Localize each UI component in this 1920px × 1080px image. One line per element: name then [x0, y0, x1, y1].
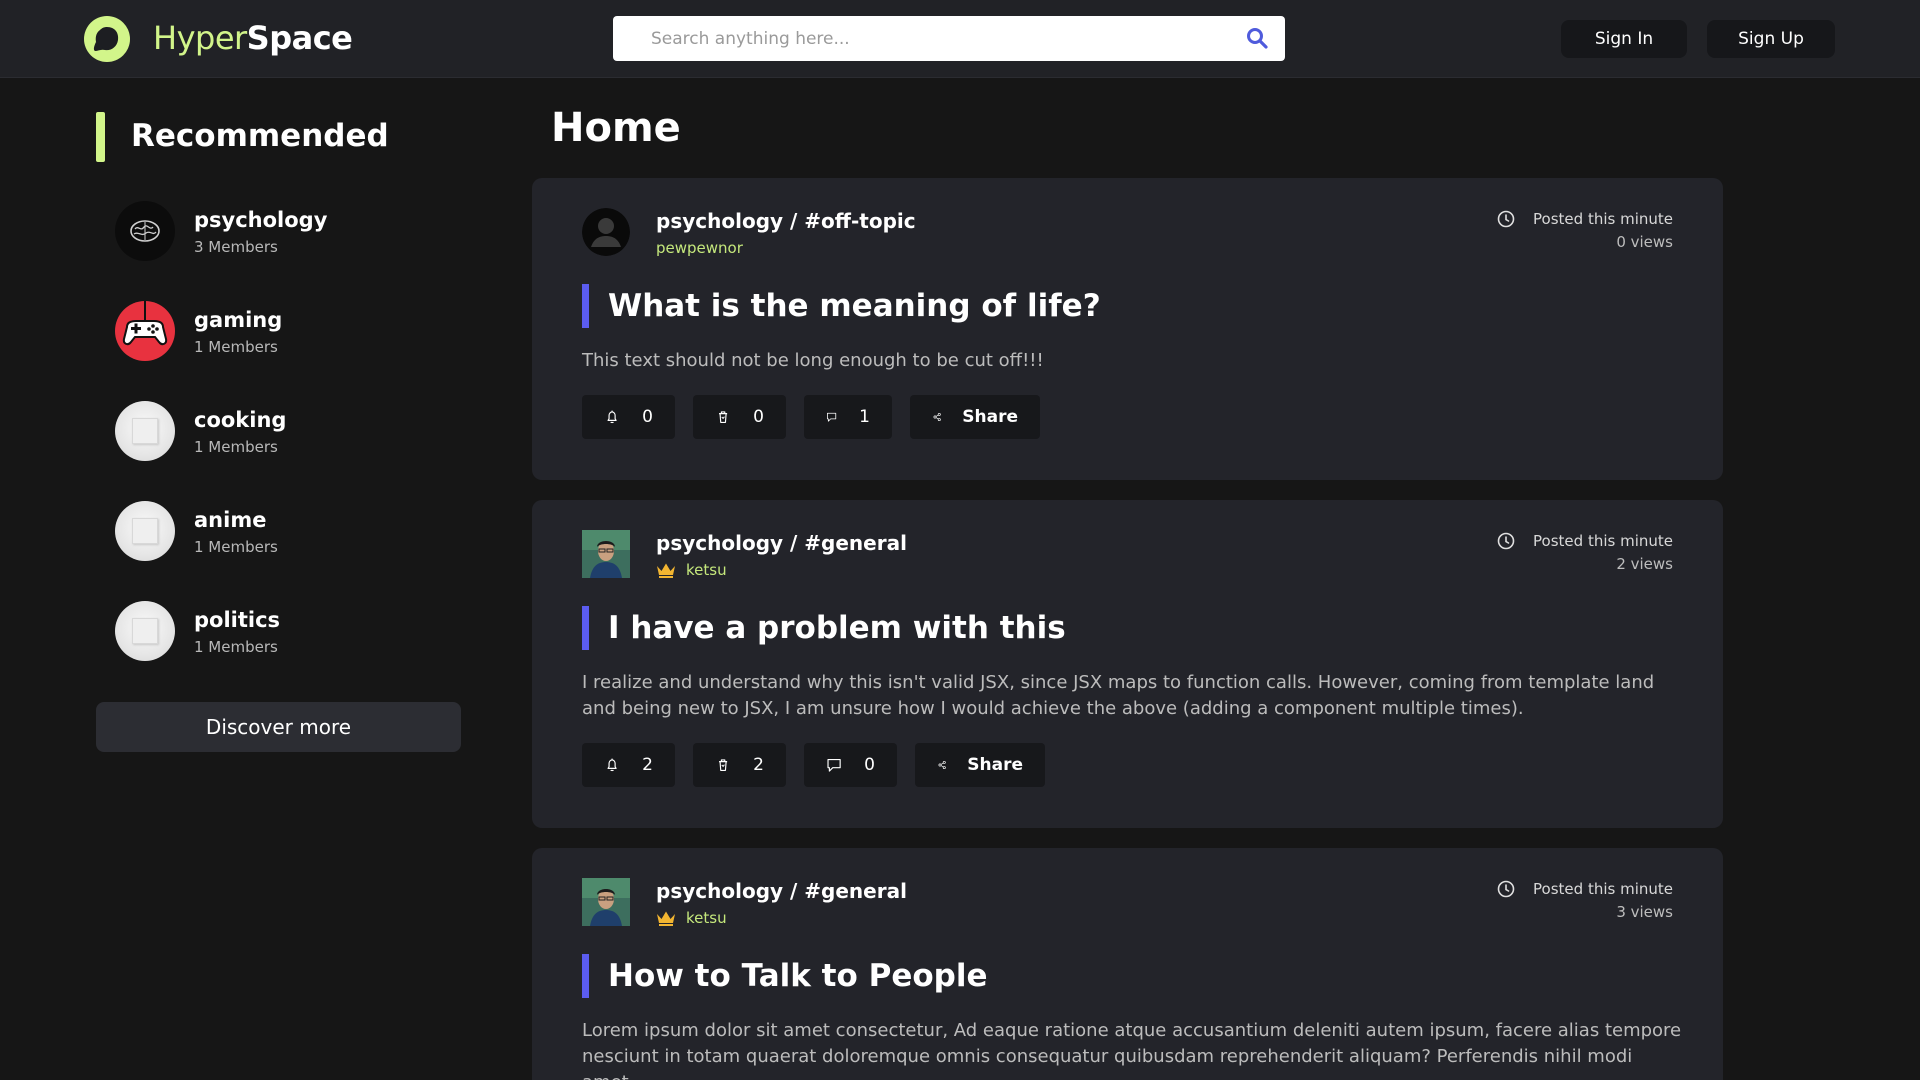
post-views: 0 views [1616, 233, 1673, 251]
like-button[interactable]: 0 [582, 395, 675, 439]
post-location[interactable]: psychology / #general [656, 530, 907, 556]
community-name: psychology [194, 208, 328, 232]
hyperspace-logo-icon[interactable] [84, 16, 130, 62]
post-author[interactable]: ketsu [656, 560, 727, 580]
post-timestamp: Posted this minute [1533, 532, 1673, 550]
post-actions: 0 0 1 Share [582, 395, 1040, 439]
like-count: 0 [642, 407, 653, 427]
post-card[interactable]: psychology / #off-topic pewpewnor Posted… [532, 178, 1723, 480]
trash-icon [719, 411, 728, 423]
comment-button[interactable]: 1 [804, 395, 892, 439]
brand-name-part-2: Space [246, 19, 353, 57]
comment-button[interactable]: 0 [804, 743, 897, 787]
user-avatar-icon[interactable] [582, 208, 630, 256]
post-card[interactable]: psychology / #general ketsu Posted this … [532, 500, 1723, 828]
post-location[interactable]: psychology / #general [656, 878, 907, 904]
post-location[interactable]: psychology / #off-topic [656, 208, 916, 234]
default-avatar-icon [115, 501, 175, 561]
post-title[interactable]: How to Talk to People [608, 956, 987, 996]
trash-icon [719, 759, 728, 771]
sign-in-button[interactable]: Sign In [1561, 20, 1687, 58]
post-body: Lorem ipsum dolor sit amet consectetur, … [582, 1020, 1682, 1080]
author-name: ketsu [686, 561, 727, 579]
cube-icon [132, 418, 158, 444]
cube-icon [132, 518, 158, 544]
dislike-count: 0 [753, 407, 764, 427]
dislike-button[interactable]: 0 [693, 395, 786, 439]
title-accent-bar [582, 284, 589, 328]
top-bar: HyperSpace Sign In Sign Up [0, 0, 1920, 78]
comment-count: 0 [864, 755, 875, 775]
comment-count: 1 [859, 407, 870, 427]
share-icon [938, 760, 946, 770]
post-timestamp: Posted this minute [1533, 880, 1673, 898]
community-name: gaming [194, 308, 283, 332]
bell-icon [607, 758, 617, 772]
comment-icon [827, 412, 837, 422]
brain-avatar-icon [115, 201, 175, 261]
post-body: I realize and understand why this isn't … [582, 672, 1655, 719]
cube-icon [132, 618, 158, 644]
clock-icon [1497, 210, 1515, 228]
community-members: 1 Members [194, 538, 278, 556]
clock-icon [1497, 880, 1515, 898]
community-members: 1 Members [194, 638, 278, 656]
community-item-politics[interactable]: politics 1 Members [115, 601, 435, 663]
crown-icon [657, 911, 675, 926]
share-label: Share [967, 755, 1023, 775]
post-views: 3 views [1616, 903, 1673, 921]
search-bar [613, 16, 1285, 61]
share-button[interactable]: Share [915, 743, 1045, 787]
like-count: 2 [642, 755, 653, 775]
default-avatar-icon [115, 401, 175, 461]
clock-icon [1497, 532, 1515, 550]
bell-icon [607, 410, 617, 424]
dislike-button[interactable]: 2 [693, 743, 786, 787]
page-title: Home [551, 105, 681, 151]
search-input[interactable] [613, 16, 1233, 61]
community-members: 1 Members [194, 438, 278, 456]
share-label: Share [962, 407, 1018, 427]
post-views: 2 views [1616, 555, 1673, 573]
post-author[interactable]: ketsu [656, 908, 727, 928]
community-item-psychology[interactable]: psychology 3 Members [115, 201, 435, 263]
community-item-anime[interactable]: anime 1 Members [115, 501, 435, 563]
author-name: ketsu [686, 909, 727, 927]
post-card[interactable]: psychology / #general ketsu Posted this … [532, 848, 1723, 1080]
community-item-cooking[interactable]: cooking 1 Members [115, 401, 435, 463]
author-name: pewpewnor [656, 239, 743, 257]
community-item-gaming[interactable]: gaming 1 Members [115, 301, 435, 363]
post-timestamp: Posted this minute [1533, 210, 1673, 228]
post-title[interactable]: I have a problem with this [608, 608, 1066, 648]
user-avatar-icon[interactable] [582, 530, 630, 578]
title-accent-bar [582, 606, 589, 650]
sign-up-button[interactable]: Sign Up [1707, 20, 1835, 58]
post-body: This text should not be long enough to b… [582, 350, 1044, 371]
crown-icon [657, 563, 675, 578]
community-name: cooking [194, 408, 287, 432]
community-name: politics [194, 608, 281, 632]
share-icon [933, 412, 941, 422]
post-author[interactable]: pewpewnor [656, 238, 743, 258]
recommended-accent-bar [96, 112, 105, 162]
community-name: anime [194, 508, 267, 532]
title-accent-bar [582, 954, 589, 998]
community-members: 3 Members [194, 238, 278, 256]
default-avatar-icon [115, 601, 175, 661]
brand-name[interactable]: HyperSpace [153, 18, 353, 58]
like-button[interactable]: 2 [582, 743, 675, 787]
search-icon[interactable] [1245, 26, 1269, 50]
recommended-heading: Recommended [131, 118, 389, 154]
post-actions: 2 2 0 Share [582, 743, 1045, 787]
share-button[interactable]: Share [910, 395, 1040, 439]
comment-icon [827, 759, 841, 772]
dislike-count: 2 [753, 755, 764, 775]
user-avatar-icon[interactable] [582, 878, 630, 926]
discover-more-button[interactable]: Discover more [96, 702, 461, 752]
gamepad-avatar-icon [115, 301, 175, 361]
community-members: 1 Members [194, 338, 278, 356]
brand-name-part-1: Hyper [153, 19, 247, 57]
post-title[interactable]: What is the meaning of life? [608, 286, 1101, 326]
